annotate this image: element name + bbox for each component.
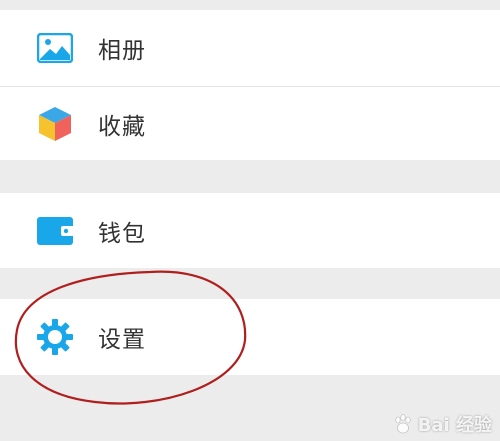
baidu-watermark: Bai 经验 <box>392 411 492 437</box>
menu-item-label: 设置 <box>98 327 146 353</box>
menu-item-settings[interactable]: 设置 <box>0 299 500 375</box>
wallet-icon <box>36 212 74 250</box>
watermark-text: Bai 经验 <box>417 415 492 436</box>
menu-item-label: 相册 <box>98 38 146 64</box>
menu-item-label: 钱包 <box>98 220 146 247</box>
baidu-paw-icon <box>395 414 411 434</box>
menu-item-album[interactable]: 相册 <box>0 10 500 86</box>
menu-item-collection[interactable]: 收藏 <box>0 87 500 160</box>
menu-item-label: 收藏 <box>98 113 146 140</box>
cube-icon <box>36 105 74 143</box>
me-menu-screen: 相册 收藏 钱包 设置 Bai 经验 <box>0 0 500 441</box>
menu-item-wallet[interactable]: 钱包 <box>0 193 500 268</box>
gear-icon <box>36 318 74 356</box>
album-icon <box>36 29 74 67</box>
